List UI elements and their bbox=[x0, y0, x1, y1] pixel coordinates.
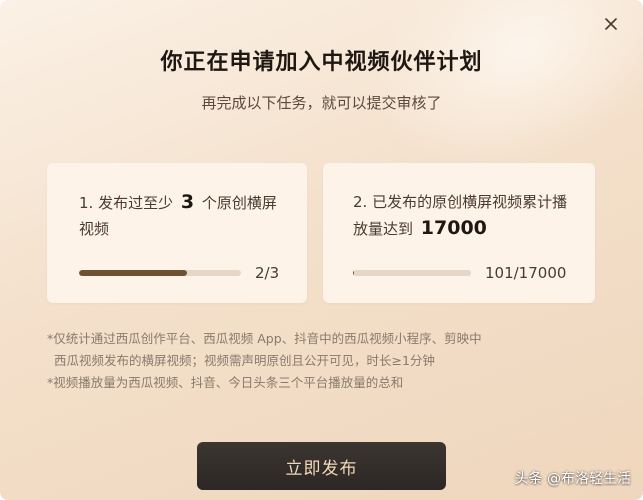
task-1-text-pre: 1. 发布过至少 bbox=[79, 194, 174, 212]
close-button[interactable] bbox=[601, 14, 621, 34]
task-1-progress-fill bbox=[79, 270, 188, 276]
watermark: 头条 @布洛轻生活 bbox=[515, 468, 631, 488]
task-1-progress-count: 2/3 bbox=[255, 264, 280, 282]
notes: *仅统计通过西瓜创作平台、西瓜视频 App、抖音中的西瓜视频小程序、剪映中 西瓜… bbox=[47, 328, 607, 394]
publish-now-button[interactable]: 立即发布 bbox=[197, 442, 446, 490]
task-2-progress-bar bbox=[353, 270, 471, 276]
close-icon bbox=[605, 18, 617, 30]
task-2-progress-count: 101/17000 bbox=[485, 264, 567, 282]
watermark-text: 头条 @布洛轻生活 bbox=[514, 471, 631, 487]
note-line-3: *视频播放量为西瓜视频、抖音、今日头条三个平台播放量的总和 bbox=[47, 375, 404, 390]
task-2-highlight: 17000 bbox=[420, 217, 487, 239]
task-card-1: 1. 发布过至少 3 个原创横屏视频 bbox=[47, 163, 307, 303]
join-program-dialog: 你正在申请加入中视频伙伴计划 再完成以下任务，就可以提交审核了 1. 发布过至少… bbox=[0, 0, 643, 500]
task-1-highlight: 3 bbox=[180, 191, 195, 213]
note-line-1: *仅统计通过西瓜创作平台、西瓜视频 App、抖音中的西瓜视频小程序、剪映中 bbox=[47, 331, 482, 346]
task-1-description: 1. 发布过至少 3 个原创横屏视频 bbox=[79, 189, 283, 242]
note-line-2: 西瓜视频发布的横屏视频；视频需声明原创且公开可见，时长≥1分钟 bbox=[54, 353, 435, 368]
task-card-2: 2. 已发布的原创横屏视频累计播放量达到 17000 bbox=[323, 163, 595, 303]
task-2-progress-fill bbox=[353, 270, 355, 276]
dialog-title: 你正在申请加入中视频伙伴计划 bbox=[160, 50, 483, 75]
dialog-subtitle: 再完成以下任务，就可以提交审核了 bbox=[201, 94, 442, 112]
task-2-description: 2. 已发布的原创横屏视频累计播放量达到 17000 bbox=[353, 189, 571, 242]
task-1-progress-bar bbox=[79, 270, 241, 276]
